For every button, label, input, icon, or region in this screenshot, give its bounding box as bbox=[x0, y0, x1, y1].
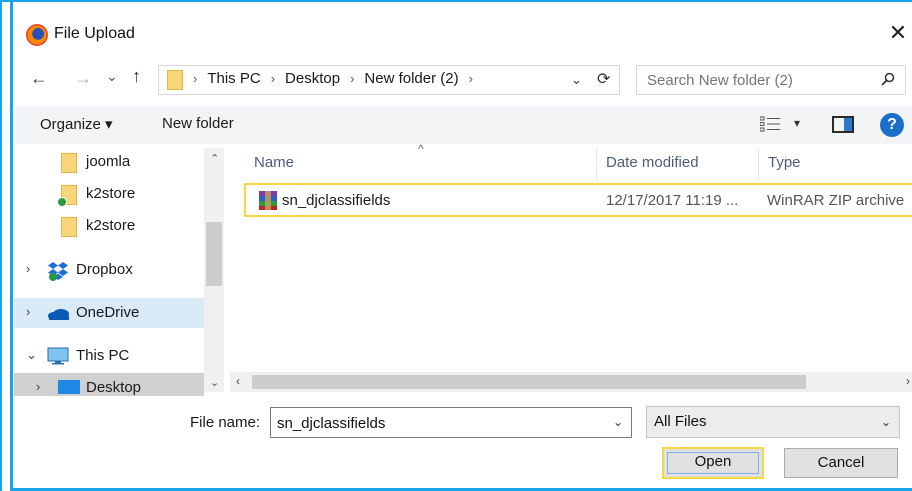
window-border-left bbox=[10, 2, 13, 491]
sidebar-item-label: Desktop bbox=[86, 379, 142, 396]
search-icon[interactable] bbox=[881, 72, 895, 86]
breadcrumb-this-pc[interactable]: This PC bbox=[207, 70, 260, 87]
chevron-right-icon[interactable]: › bbox=[193, 71, 197, 86]
sidebar-item-k2store-synced[interactable]: k2store bbox=[14, 179, 204, 209]
sidebar-item-label: Dropbox bbox=[76, 261, 133, 278]
sidebar-item-label: k2store bbox=[86, 217, 136, 234]
file-list-header: ^ Name Date modified Type bbox=[244, 142, 912, 180]
command-toolbar: Organize ▾ New folder ▾ ? bbox=[14, 106, 912, 144]
file-name: sn_djclassifields bbox=[282, 192, 391, 209]
file-name-combobox[interactable]: ⌄ bbox=[270, 407, 632, 438]
sidebar-item-label: joomla bbox=[86, 153, 131, 170]
winrar-archive-icon bbox=[259, 191, 277, 210]
file-date-modified: 12/17/2017 11:19 ... bbox=[606, 192, 739, 209]
open-button[interactable]: Open bbox=[662, 447, 764, 479]
sidebar-item-this-pc[interactable]: ⌄ This PC bbox=[14, 341, 204, 371]
breadcrumb: › This PC › Desktop › New folder (2) › bbox=[189, 70, 483, 87]
navigation-scrollbar[interactable]: ⌃ ⌄ bbox=[204, 148, 224, 392]
scroll-left-icon[interactable]: ‹ bbox=[236, 374, 240, 388]
forward-button[interactable]: → bbox=[74, 68, 92, 89]
scroll-down-icon[interactable]: ⌄ bbox=[210, 376, 219, 389]
scrollbar-thumb[interactable] bbox=[206, 222, 222, 286]
chevron-down-icon[interactable]: ⌄ bbox=[613, 415, 623, 429]
view-options-icon[interactable] bbox=[760, 116, 782, 132]
scroll-up-icon[interactable]: ⌃ bbox=[210, 152, 219, 165]
dropbox-icon bbox=[48, 262, 68, 281]
sidebar-item-k2store[interactable]: k2store bbox=[14, 211, 204, 241]
chevron-down-icon[interactable]: ⌄ bbox=[26, 347, 37, 363]
up-button[interactable]: ↑ bbox=[132, 66, 141, 87]
chevron-right-icon[interactable]: › bbox=[469, 71, 473, 86]
sidebar-item-label: k2store bbox=[86, 185, 136, 202]
file-type: WinRAR ZIP archive bbox=[767, 192, 905, 209]
column-divider[interactable] bbox=[758, 148, 759, 180]
back-button[interactable]: ← bbox=[30, 68, 48, 89]
file-name-label: File name: bbox=[190, 414, 261, 431]
preview-pane-icon[interactable] bbox=[832, 116, 854, 133]
column-header-name[interactable]: Name bbox=[254, 154, 294, 171]
column-header-date-modified[interactable]: Date modified bbox=[606, 154, 699, 171]
folder-icon bbox=[167, 70, 183, 90]
cancel-button[interactable]: Cancel bbox=[784, 448, 898, 478]
view-dropdown-icon[interactable]: ▾ bbox=[794, 116, 800, 130]
chevron-right-icon[interactable]: › bbox=[36, 379, 40, 394]
title-bar: File Upload ✕ bbox=[14, 14, 912, 58]
chevron-right-icon[interactable]: › bbox=[26, 261, 30, 276]
sidebar-item-dropbox[interactable]: › Dropbox bbox=[14, 255, 204, 285]
chevron-right-icon[interactable]: › bbox=[350, 71, 354, 86]
search-input[interactable] bbox=[647, 70, 869, 90]
sync-status-icon bbox=[57, 197, 67, 207]
folder-icon bbox=[61, 217, 77, 237]
column-divider[interactable] bbox=[596, 148, 597, 180]
column-header-type[interactable]: Type bbox=[768, 154, 801, 171]
help-icon[interactable]: ? bbox=[880, 113, 904, 137]
sort-ascending-icon: ^ bbox=[418, 142, 424, 156]
firefox-icon bbox=[26, 24, 48, 46]
folder-icon bbox=[61, 153, 77, 173]
file-list-horizontal-scrollbar[interactable]: ‹ › bbox=[230, 372, 912, 392]
scroll-right-icon[interactable]: › bbox=[906, 374, 910, 388]
window-title: File Upload bbox=[54, 25, 135, 42]
file-type-filter-select[interactable]: All Files ⌄ bbox=[646, 406, 900, 438]
scrollbar-thumb[interactable] bbox=[252, 375, 806, 389]
desktop-icon bbox=[58, 380, 80, 394]
chevron-right-icon[interactable]: › bbox=[26, 304, 30, 319]
close-button[interactable]: ✕ bbox=[884, 20, 912, 48]
breadcrumb-new-folder-2[interactable]: New folder (2) bbox=[364, 70, 458, 87]
sidebar-item-label: OneDrive bbox=[76, 304, 140, 321]
address-dropdown-icon[interactable]: ⌄ bbox=[571, 72, 582, 88]
file-name-input[interactable] bbox=[277, 413, 597, 433]
refresh-icon[interactable]: ⟳ bbox=[597, 69, 610, 89]
file-type-filter-value: All Files bbox=[654, 413, 707, 430]
chevron-right-icon[interactable]: › bbox=[271, 71, 275, 86]
organize-menu-button[interactable]: Organize ▾ bbox=[40, 115, 113, 133]
chevron-down-icon[interactable]: ⌄ bbox=[881, 415, 891, 429]
breadcrumb-desktop[interactable]: Desktop bbox=[285, 70, 340, 87]
open-button-label: Open bbox=[694, 453, 732, 470]
sidebar-item-joomla[interactable]: joomla bbox=[14, 147, 204, 177]
monitor-icon bbox=[47, 347, 69, 365]
file-row[interactable]: sn_djclassifields 12/17/2017 11:19 ... W… bbox=[244, 183, 912, 217]
address-bar[interactable]: › This PC › Desktop › New folder (2) › ⌄… bbox=[158, 65, 620, 95]
search-box[interactable] bbox=[636, 65, 906, 95]
navigation-pane: joomla k2store k2store › Dropbox › OneDr… bbox=[14, 144, 224, 396]
sidebar-item-onedrive[interactable]: › OneDrive bbox=[14, 298, 204, 328]
sidebar-item-label: This PC bbox=[76, 347, 130, 364]
recent-locations-chevron-icon[interactable]: ⌄ bbox=[106, 68, 118, 85]
sidebar-item-desktop[interactable]: › Desktop bbox=[14, 373, 204, 396]
new-folder-button[interactable]: New folder bbox=[162, 115, 234, 132]
onedrive-icon bbox=[48, 309, 69, 320]
file-upload-dialog: File Upload ✕ ← → ⌄ ↑ › This PC › Deskto… bbox=[0, 0, 912, 491]
